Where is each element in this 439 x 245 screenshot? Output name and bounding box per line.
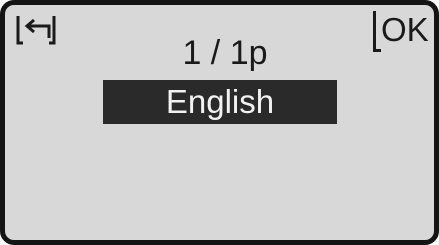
language-list: English (5, 5, 434, 240)
language-item-label: English (165, 83, 275, 120)
lcd-screen: 1 / 1p OK English (0, 0, 439, 245)
language-item-english[interactable]: English (103, 80, 337, 124)
